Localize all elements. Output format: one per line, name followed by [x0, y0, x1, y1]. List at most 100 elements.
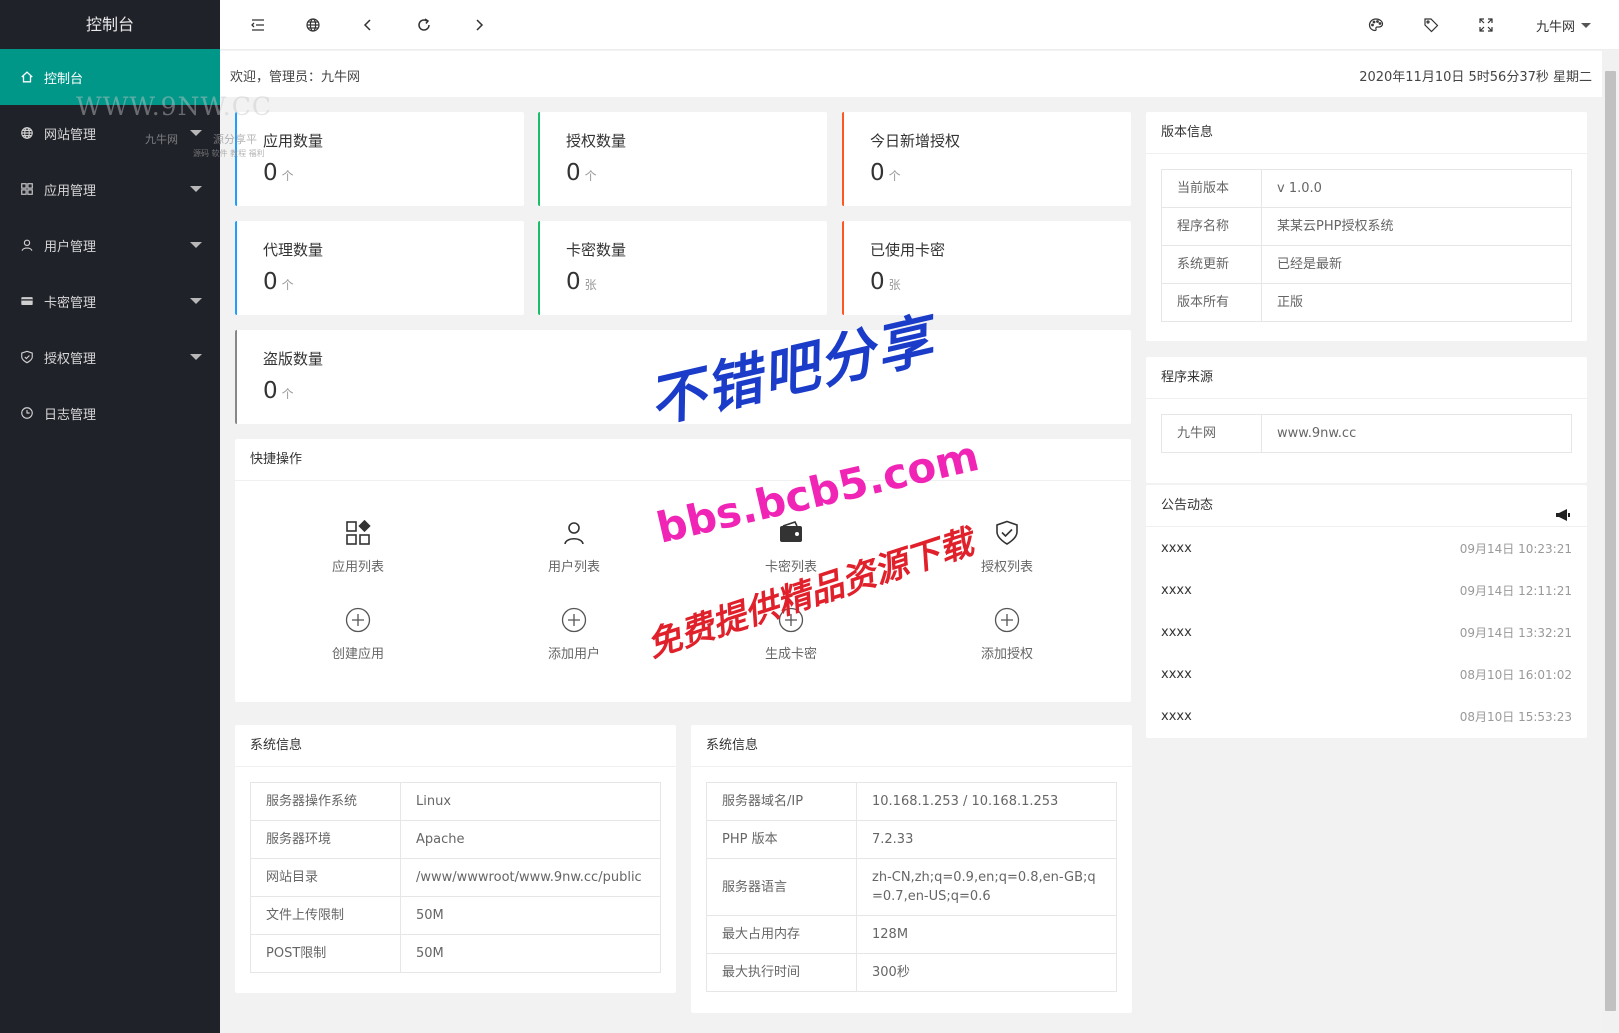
table-row: 最大执行时间 300秒: [706, 953, 1117, 992]
fullscreen-icon[interactable]: [1476, 15, 1496, 35]
user-name: 九牛网: [1535, 20, 1575, 35]
plus-circle-icon: [514, 605, 634, 635]
user-icon: [514, 518, 634, 548]
system-info-table-2: 服务器域名/IP 10.168.1.253 / 10.168.1.253 PHP …: [706, 782, 1117, 992]
plus-circle-icon: [947, 605, 1067, 635]
notice-item[interactable]: xxxx 09月14日 10:23:21: [1146, 527, 1587, 569]
sidebar-item-label: 应用管理: [44, 183, 97, 199]
chevron-right-icon[interactable]: [469, 15, 489, 35]
stat-card-cards: 卡密数量 0张: [538, 221, 827, 315]
user-icon: [20, 238, 34, 252]
table-row: 网站目录/www/wwwroot/www.9nw.cc/public: [250, 858, 661, 897]
sidebar-item-dashboard[interactable]: 控制台: [0, 49, 220, 105]
table-row: 服务器语言 zh-CN,zh;q=0.9,en;q=0.8,en-GB;q=0.7…: [706, 858, 1117, 916]
sidebar-item-apps[interactable]: 应用管理: [0, 161, 220, 217]
home-icon: [20, 70, 34, 84]
quick-label: 授权列表: [980, 560, 1033, 575]
sidebar-logo: 控制台: [85, 15, 134, 34]
stat-card-agents: 代理数量 0个: [235, 221, 524, 315]
system-info-table-1: 服务器操作系统 Linux 服务器环境 Apache 网站目录/www/wwwroo…: [250, 782, 661, 973]
stat-card-pirated: 盗版数量 0个: [235, 330, 1131, 424]
chevron-down-icon: [1581, 23, 1591, 28]
quick-label: 用户列表: [547, 560, 600, 575]
globe-icon: [20, 126, 34, 140]
plus-circle-icon: [298, 605, 418, 635]
panel-header: 公告动态: [1146, 485, 1587, 527]
quick-add-user[interactable]: 添加用户: [514, 605, 634, 662]
chevron-down-icon: [190, 298, 202, 304]
stat-card-used-cards: 已使用卡密 0张: [842, 221, 1131, 315]
sidebar-item-auth[interactable]: 授权管理: [0, 329, 220, 385]
notice-item[interactable]: xxxx 09月14日 12:11:21: [1146, 569, 1587, 611]
refresh-icon[interactable]: [414, 15, 434, 35]
stat-value: 0个: [566, 160, 597, 186]
panel-title: 快捷操作: [235, 439, 1131, 481]
top-header: 九牛网: [220, 0, 1619, 50]
chevron-down-icon: [190, 186, 202, 192]
quick-create-app[interactable]: 创建应用: [298, 605, 418, 662]
quick-app-list[interactable]: 应用列表: [298, 518, 418, 575]
stat-value: 0个: [263, 160, 294, 186]
source-link[interactable]: www.9nw.cc: [1261, 414, 1572, 453]
quick-add-auth[interactable]: 添加授权: [947, 605, 1067, 662]
stat-title: 应用数量: [263, 132, 324, 150]
panel-title: 程序来源: [1146, 357, 1587, 399]
panel-title: 公告动态: [1161, 498, 1214, 513]
sidebar-item-label: 日志管理: [44, 407, 97, 423]
panel-title: 版本信息: [1146, 112, 1587, 154]
apps-icon: [298, 518, 418, 548]
version-info-table: 当前版本 v 1.0.0 程序名称 某某云PHP授权系统 系统更新 已经是最新 版本所…: [1161, 169, 1572, 322]
tag-icon[interactable]: [1421, 15, 1441, 35]
datetime-text: 2020年11月10日 5时56分37秒 星期二: [1359, 70, 1592, 85]
stat-value: 0张: [870, 269, 901, 295]
notices-panel: 公告动态 xxxx 09月14日 10:23:21 xxxx 09月14日 12:1…: [1146, 485, 1587, 738]
stat-value: 0个: [870, 160, 901, 186]
sidebar-item-cards[interactable]: 卡密管理: [0, 273, 220, 329]
menu-fold-icon[interactable]: [248, 15, 268, 35]
sidebar-item-users[interactable]: 用户管理: [0, 217, 220, 273]
shield-check-icon: [947, 518, 1067, 548]
notice-item[interactable]: xxxx 08月10日 15:53:23: [1146, 695, 1587, 737]
sidebar-item-logs[interactable]: 日志管理: [0, 385, 220, 441]
quick-label: 生成卡密: [764, 647, 817, 662]
table-row: 服务器操作系统 Linux: [250, 782, 661, 821]
sidebar: 控制台 控制台 网站管理 应用管理 用户管理 卡密管理 授权管理 日志管理: [0, 0, 220, 1033]
table-row: PHP 版本 7.2.33: [706, 820, 1117, 859]
scrollbar-thumb[interactable]: [1605, 71, 1616, 1011]
table-row: 程序名称 某某云PHP授权系统: [1161, 207, 1572, 246]
page-scrollbar[interactable]: [1602, 51, 1619, 1033]
quick-label: 应用列表: [331, 560, 384, 575]
palette-icon[interactable]: [1366, 15, 1386, 35]
stat-card-today-auths: 今日新增授权 0个: [842, 112, 1131, 206]
table-row: 最大占用内存 128M: [706, 915, 1117, 954]
notice-list: xxxx 09月14日 10:23:21 xxxx 09月14日 12:11:21 …: [1146, 527, 1587, 737]
globe-icon[interactable]: [303, 15, 323, 35]
source-table: 九牛网 www.9nw.cc: [1161, 414, 1572, 453]
sidebar-item-website[interactable]: 网站管理: [0, 105, 220, 161]
table-row: 九牛网 www.9nw.cc: [1161, 414, 1572, 453]
notice-item[interactable]: xxxx 08月10日 16:01:02: [1146, 653, 1587, 695]
user-menu[interactable]: 九牛网: [1536, 16, 1591, 35]
table-row: 服务器环境 Apache: [250, 820, 661, 859]
chevron-left-icon[interactable]: [358, 15, 378, 35]
quick-generate-card[interactable]: 生成卡密: [731, 605, 851, 662]
stat-title: 今日新增授权: [870, 132, 961, 150]
quick-auth-list[interactable]: 授权列表: [947, 518, 1067, 575]
wallet-icon: [731, 518, 851, 548]
sidebar-item-label: 用户管理: [44, 239, 97, 255]
welcome-text: 欢迎，管理员：九牛网: [230, 70, 361, 85]
notice-item[interactable]: xxxx 09月14日 13:32:21: [1146, 611, 1587, 653]
clock-icon: [20, 406, 34, 420]
quick-card-list[interactable]: 卡密列表: [731, 518, 851, 575]
system-info-panel-2: 系统信息 服务器域名/IP 10.168.1.253 / 10.168.1.253…: [691, 725, 1132, 1013]
table-row: 当前版本 v 1.0.0: [1161, 169, 1572, 208]
stat-title: 授权数量: [566, 132, 627, 150]
sidebar-item-label: 网站管理: [44, 127, 97, 143]
panel-title: 系统信息: [691, 725, 1132, 767]
table-row: 服务器域名/IP 10.168.1.253 / 10.168.1.253: [706, 782, 1117, 821]
chevron-down-icon: [190, 130, 202, 136]
quick-label: 卡密列表: [764, 560, 817, 575]
quick-user-list[interactable]: 用户列表: [514, 518, 634, 575]
plus-circle-icon: [731, 605, 851, 635]
table-row: 文件上传限制 50M: [250, 896, 661, 935]
